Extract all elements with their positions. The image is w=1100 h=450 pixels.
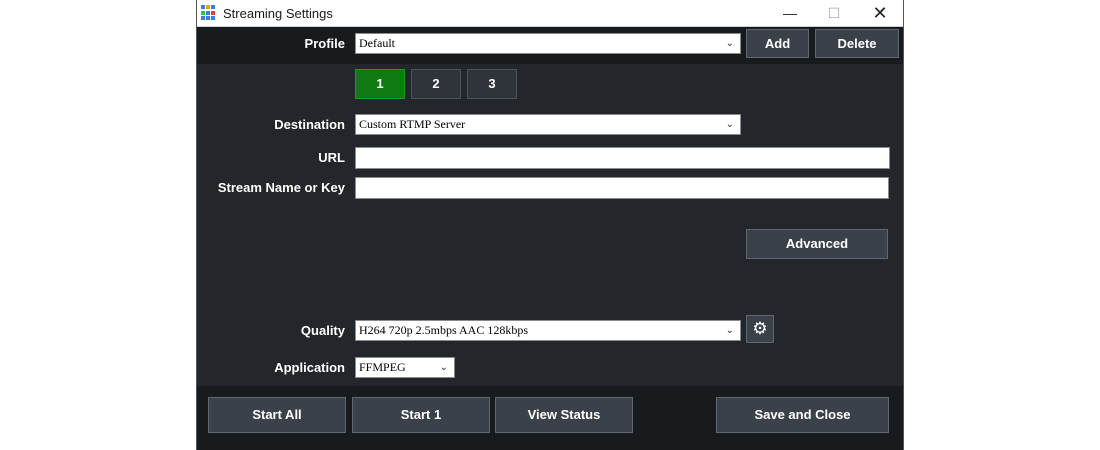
profile-value: Default xyxy=(359,36,395,50)
advanced-button[interactable]: Advanced xyxy=(746,229,888,259)
stream-key-label: Stream Name or Key xyxy=(217,180,345,195)
app-grid-icon xyxy=(201,5,217,21)
profile-select[interactable]: Default ⌄ xyxy=(355,33,741,54)
tab-3[interactable]: 3 xyxy=(467,69,517,99)
chevron-down-icon: ⌄ xyxy=(725,325,734,336)
chevron-down-icon: ⌄ xyxy=(439,362,448,373)
stream-key-input[interactable] xyxy=(355,177,889,199)
chevron-down-icon: ⌄ xyxy=(725,119,734,130)
save-and-close-button[interactable]: Save and Close xyxy=(716,397,889,433)
tab-2[interactable]: 2 xyxy=(411,69,461,99)
chevron-down-icon: ⌄ xyxy=(725,38,734,49)
close-icon[interactable]: ✕ xyxy=(857,0,903,27)
destination-value: Custom RTMP Server xyxy=(359,117,466,131)
tab-1[interactable]: 1 xyxy=(355,69,405,99)
application-value: FFMPEG xyxy=(359,360,406,374)
destination-select[interactable]: Custom RTMP Server ⌄ xyxy=(355,114,741,135)
minimize-icon[interactable]: — xyxy=(767,0,813,27)
maximize-icon[interactable]: ☐ xyxy=(811,0,857,27)
application-label: Application xyxy=(274,360,345,375)
destination-label: Destination xyxy=(274,117,345,132)
quality-select[interactable]: H264 720p 2.5mbps AAC 128kbps ⌄ xyxy=(355,320,741,341)
quality-label: Quality xyxy=(300,323,345,338)
profile-label: Profile xyxy=(304,36,345,51)
view-status-button[interactable]: View Status xyxy=(495,397,633,433)
add-profile-button[interactable]: Add xyxy=(746,29,809,58)
start-all-button[interactable]: Start All xyxy=(208,397,346,433)
delete-profile-button[interactable]: Delete xyxy=(815,29,899,58)
start-1-button[interactable]: Start 1 xyxy=(352,397,490,433)
streaming-settings-window: Streaming Settings — ☐ ✕ Profile Default… xyxy=(196,0,904,450)
window-title: Streaming Settings xyxy=(223,6,333,21)
url-input[interactable] xyxy=(355,147,890,169)
title-bar: Streaming Settings — ☐ ✕ xyxy=(197,0,903,27)
application-select[interactable]: FFMPEG ⌄ xyxy=(355,357,455,378)
gear-icon[interactable]: ⚙ xyxy=(746,315,774,343)
url-label: URL xyxy=(318,150,345,165)
quality-value: H264 720p 2.5mbps AAC 128kbps xyxy=(359,323,529,337)
